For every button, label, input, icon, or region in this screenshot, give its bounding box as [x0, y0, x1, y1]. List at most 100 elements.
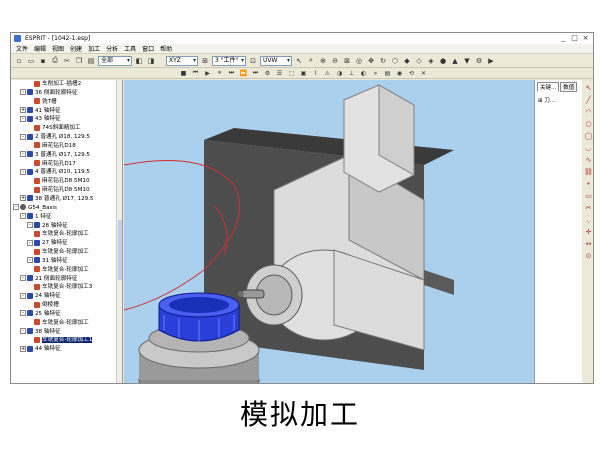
tree-item[interactable]: 车铣复合-轮廓加工	[11, 266, 122, 275]
expand-icon[interactable]: +	[20, 345, 26, 352]
wireframe-icon[interactable]: ◇	[414, 56, 424, 66]
layer-combo[interactable]: 全部	[98, 55, 132, 66]
collapse-icon[interactable]: -	[20, 213, 26, 220]
collapse-icon[interactable]: -	[20, 168, 26, 175]
menu-file[interactable]: 文件	[16, 44, 28, 53]
reset-icon[interactable]: ⟲	[407, 69, 416, 78]
collapse-icon[interactable]: -	[20, 115, 26, 122]
tree-item[interactable]: - 43 轴特征	[11, 115, 122, 124]
stock-icon[interactable]: ▣	[299, 69, 308, 78]
layer-props-icon[interactable]: ◨	[146, 56, 156, 66]
menu-edit[interactable]: 编辑	[34, 44, 46, 53]
workplane-icon[interactable]: ⊡	[248, 56, 258, 66]
simulation-viewport[interactable]	[124, 80, 534, 383]
zoom-out-icon[interactable]: ⊖	[330, 56, 340, 66]
side-circle-icon[interactable]: ○	[584, 120, 593, 129]
operation-icon[interactable]: ▼	[462, 56, 472, 66]
collapse-icon[interactable]: -	[27, 222, 33, 228]
side-circle2-icon[interactable]: ◯	[584, 132, 593, 141]
sim-settings-icon[interactable]: ⚙	[263, 69, 272, 78]
sim-options-icon[interactable]: ☰	[275, 69, 284, 78]
report-icon[interactable]: ▤	[383, 69, 392, 78]
solid-view-icon[interactable]: ●	[438, 56, 448, 66]
side-trim-icon[interactable]: ✂	[584, 204, 593, 213]
open-folder-icon[interactable]: ▭	[26, 56, 36, 66]
collapse-icon[interactable]: -	[20, 292, 26, 299]
side-line-icon[interactable]: ╱	[584, 96, 593, 105]
menu-tools[interactable]: 工具	[124, 44, 136, 53]
collapse-icon[interactable]: -	[13, 204, 19, 211]
save-icon[interactable]: ▪	[38, 56, 48, 66]
close-sim-icon[interactable]: ✕	[419, 69, 428, 78]
rotate-icon[interactable]: ↻	[378, 56, 388, 66]
toolpath-icon[interactable]: ⌇	[311, 69, 320, 78]
uvw-combo[interactable]: UVW	[260, 55, 292, 66]
collapse-icon[interactable]: -	[20, 151, 26, 158]
menu-view[interactable]: 视图	[52, 44, 64, 53]
side-target-icon[interactable]: ⊙	[584, 252, 593, 261]
collision-icon[interactable]: ⚠	[323, 69, 332, 78]
tree-item[interactable]: 74S斜面精加工	[11, 124, 122, 133]
fast-forward-icon[interactable]: ⏩	[239, 69, 248, 78]
tree-item[interactable]: - 28 轴特征	[11, 222, 122, 231]
tree-item[interactable]: 车铣复合-轮廓加工	[11, 248, 122, 257]
zoom-fit-icon[interactable]: ◎	[354, 56, 364, 66]
copy-icon[interactable]: ❐	[74, 56, 84, 66]
menu-create[interactable]: 创建	[70, 44, 82, 53]
hidden-line-icon[interactable]: ◈	[426, 56, 436, 66]
collapse-icon[interactable]: -	[20, 328, 26, 335]
tree-item[interactable]: - 3 普通孔 Ø17, 129.5	[11, 151, 122, 160]
side-point-icon[interactable]: •	[584, 180, 593, 189]
side-arc2-icon[interactable]: ◡	[584, 144, 593, 153]
play-icon[interactable]: ▶	[203, 69, 212, 78]
new-file-icon[interactable]: ▫	[14, 56, 24, 66]
feature-icon[interactable]: ▲	[450, 56, 460, 66]
paste-icon[interactable]: ▤	[86, 56, 96, 66]
menu-machining[interactable]: 加工	[88, 44, 100, 53]
step-forward-icon[interactable]: ⏭	[227, 69, 236, 78]
tree-item[interactable]: - 24 轴特征	[11, 292, 122, 301]
menu-help[interactable]: 帮助	[160, 44, 172, 53]
plane-combo[interactable]: XYZ	[166, 55, 198, 66]
tree-item[interactable]: 车铣复合-轮廓加工1	[11, 336, 122, 345]
zoom-icon[interactable]: ⌕	[306, 56, 316, 66]
simulation-icon[interactable]: ▶	[486, 56, 496, 66]
tree-item[interactable]: - 38 轴特征	[11, 328, 122, 337]
close-button[interactable]: ×	[581, 34, 590, 42]
minimize-button[interactable]: _	[559, 34, 568, 42]
machine-icon[interactable]: ⬚	[287, 69, 296, 78]
tree-item[interactable]: - 27 轴特征	[11, 239, 122, 248]
tree-item[interactable]: - 25 轴特征	[11, 310, 122, 319]
stop-icon[interactable]: ■	[179, 69, 188, 78]
zoom-in-icon[interactable]: ⊕	[318, 56, 328, 66]
section-icon[interactable]: ◐	[359, 69, 368, 78]
collapse-icon[interactable]: -	[27, 239, 33, 246]
tree-item[interactable]: - 2 普通孔 Ø18, 129.5	[11, 133, 122, 142]
tree-item[interactable]: +38 普通孔 Ø17, 129.5	[11, 195, 122, 204]
cut-icon[interactable]: ✂	[62, 56, 72, 66]
tree-item[interactable]: - 21 侧面轮廓特征	[11, 275, 122, 284]
tree-scrollbar-thumb[interactable]	[118, 220, 122, 280]
tree-scrollbar[interactable]	[116, 80, 122, 383]
pointer-icon[interactable]: ↖	[294, 56, 304, 66]
speed-icon[interactable]: »	[371, 69, 380, 78]
tree-item[interactable]: 麻花钻孔D8.5M10	[11, 177, 122, 186]
print-icon[interactable]: ⎙	[50, 56, 60, 66]
camera-icon[interactable]: ◉	[395, 69, 404, 78]
tool-icon[interactable]: ⚙	[474, 56, 484, 66]
expand-icon[interactable]: +	[20, 195, 26, 202]
iso-view-icon[interactable]: ⬡	[390, 56, 400, 66]
shade-icon[interactable]: ◆	[402, 56, 412, 66]
side-rect-icon[interactable]: ▭	[584, 192, 593, 201]
plane-icon[interactable]: ⊞	[200, 56, 210, 66]
side-spline-icon[interactable]: ∿	[584, 156, 593, 165]
tab-key[interactable]: 关键...	[537, 82, 560, 92]
tree-item[interactable]: - 1 特征	[11, 213, 122, 222]
side-chain-icon[interactable]: ⛓	[584, 168, 593, 177]
zoom-window-icon[interactable]: ⊠	[342, 56, 352, 66]
collapse-icon[interactable]: -	[20, 133, 26, 140]
workplane-combo[interactable]: 3 "工件"	[212, 55, 246, 66]
tree-item[interactable]: 麻花钻孔D18	[11, 142, 122, 151]
tree-item[interactable]: - 36 侧面轮廓特征	[11, 89, 122, 98]
step-back-icon[interactable]: ⏮	[191, 69, 200, 78]
